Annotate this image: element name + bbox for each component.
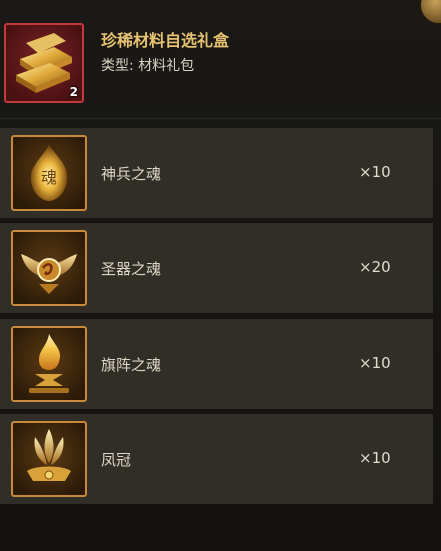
phoenix-crown-icon	[11, 421, 87, 497]
golden-gift-box-icon: 2	[4, 23, 84, 103]
item-name: 圣器之魂	[101, 260, 162, 278]
item-name: 神兵之魂	[101, 165, 162, 183]
item-quantity: ×10	[359, 449, 391, 467]
reward-item-row[interactable]: 魂 神兵之魂 ×10	[0, 128, 433, 218]
reward-item-row[interactable]: 圣器之魂 ×20	[0, 223, 433, 313]
header-divider	[0, 118, 441, 119]
svg-text:魂: 魂	[41, 168, 57, 187]
item-type-label: 类型: 材料礼包	[101, 58, 195, 74]
item-quantity: ×10	[359, 163, 391, 181]
golden-soul-flame-icon: 魂	[11, 135, 87, 211]
item-detail-panel: 2 珍稀材料自选礼盒 类型: 材料礼包 魂 神兵之魂 ×10 圣器之魂 ×20 …	[0, 0, 441, 551]
item-quantity: ×10	[359, 354, 391, 372]
reward-item-row[interactable]: 旗阵之魂 ×10	[0, 319, 433, 409]
item-name: 旗阵之魂	[101, 356, 162, 374]
reward-item-row[interactable]: 凤冠 ×10	[0, 414, 433, 504]
item-title: 珍稀材料自选礼盒	[101, 31, 230, 50]
item-quantity: ×20	[359, 258, 391, 276]
item-header: 2 珍稀材料自选礼盒 类型: 材料礼包	[0, 0, 441, 118]
item-count-badge: 2	[69, 85, 78, 99]
flame-brazier-icon	[11, 326, 87, 402]
item-name: 凤冠	[101, 451, 132, 469]
winged-emblem-icon	[11, 230, 87, 306]
